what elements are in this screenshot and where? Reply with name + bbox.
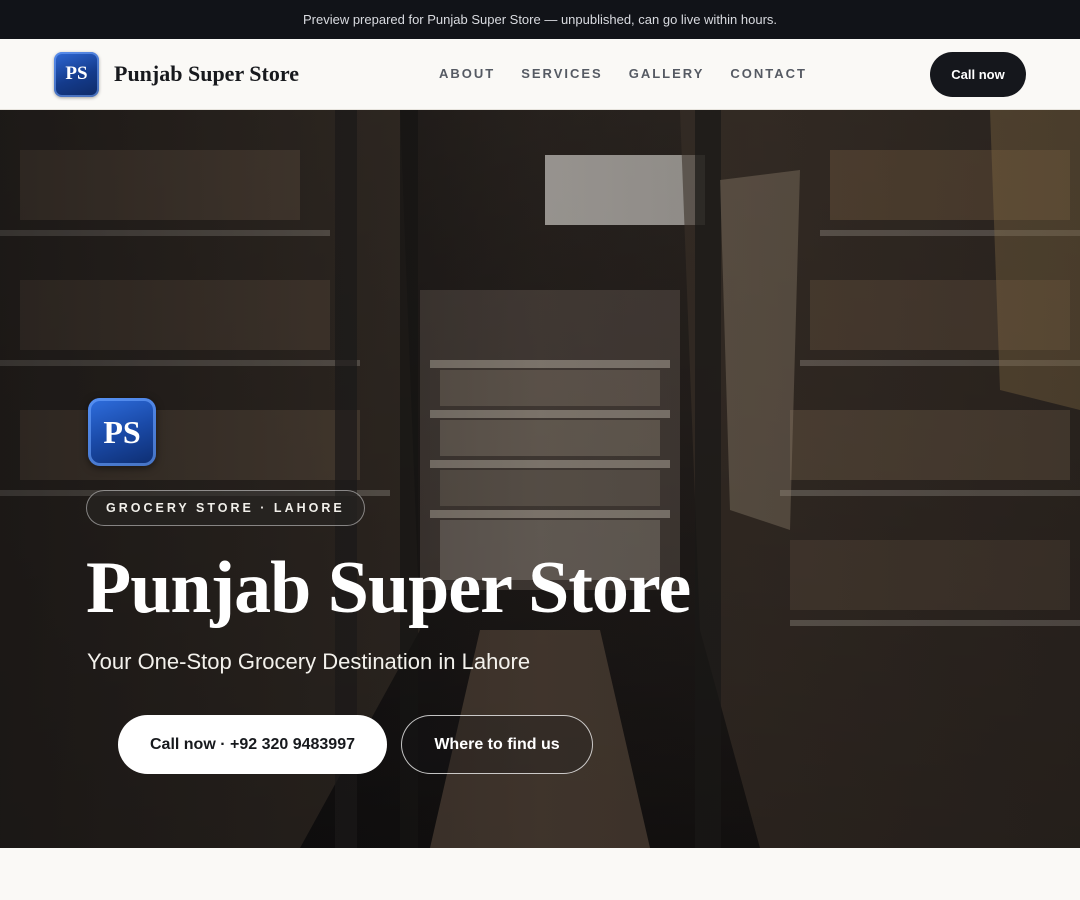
call-now-button[interactable]: Call now · +92 320 9483997 — [118, 715, 387, 774]
brand-name: Punjab Super Store — [114, 61, 300, 86]
site-header: PS Punjab Super Store ABOUT SERVICES GAL… — [0, 39, 1080, 110]
store-logo-icon: PS — [54, 51, 99, 97]
header-call-button[interactable]: Call now — [930, 52, 1026, 97]
announcement-bar: Preview prepared for Punjab Super Store … — [0, 0, 1080, 39]
nav-contact[interactable]: CONTACT — [730, 66, 807, 81]
category-badge: GROCERY STORE · LAHORE — [86, 490, 365, 526]
main-nav: ABOUT SERVICES GALLERY CONTACT — [439, 66, 807, 81]
nav-gallery[interactable]: GALLERY — [629, 66, 705, 81]
nav-about[interactable]: ABOUT — [439, 66, 495, 81]
nav-services[interactable]: SERVICES — [521, 66, 603, 81]
hero-title: Punjab Super Store — [86, 547, 691, 629]
hero-section: PS GROCERY STORE · LAHORE Punjab Super S… — [0, 110, 1080, 848]
hero-subtitle: Your One-Stop Grocery Destination in Lah… — [87, 649, 531, 674]
find-us-button[interactable]: Where to find us — [401, 715, 593, 774]
hero-logo-icon: PS — [88, 398, 156, 466]
announcement-text: Preview prepared for Punjab Super Store … — [302, 12, 778, 27]
brand[interactable]: PS Punjab Super Store — [54, 51, 299, 97]
